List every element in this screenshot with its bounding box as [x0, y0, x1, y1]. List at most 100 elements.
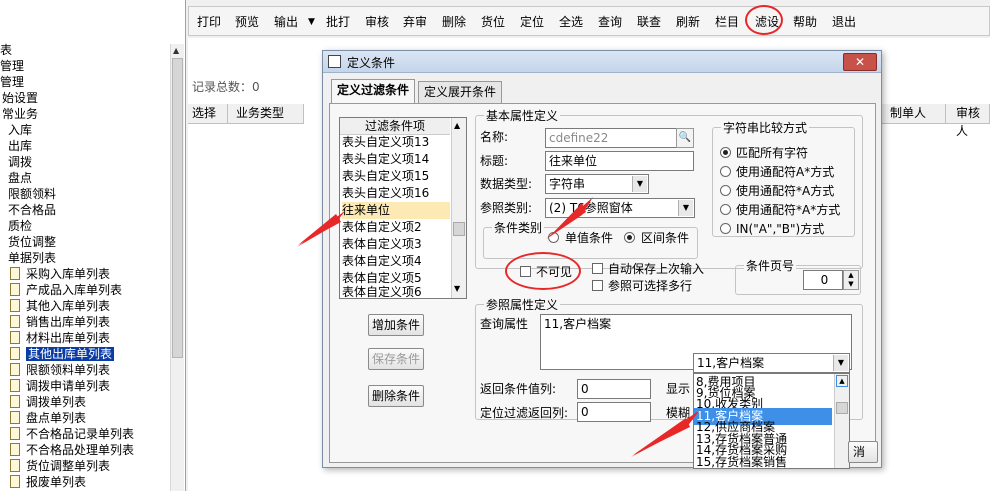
- ref-type-options-list[interactable]: 8,费用项目 9,货位档案 10,收发类别 11,客户档案 12,供应商档案 1…: [693, 373, 850, 469]
- query-button[interactable]: 查询: [598, 14, 622, 30]
- tab-expand-conditions[interactable]: 定义展开条件: [418, 81, 503, 103]
- tree-item[interactable]: 销售出库单列表: [10, 314, 110, 330]
- tree-item[interactable]: 货位调整单列表: [10, 458, 110, 474]
- data-type-select[interactable]: 字符串 ▼: [545, 174, 649, 194]
- tree-item[interactable]: 表: [0, 42, 12, 58]
- tree-item-selected[interactable]: 其他出库单列表: [10, 346, 115, 362]
- filter-items-list[interactable]: 过滤条件项 表头自定义项13 表头自定义项14 表头自定义项15 表头自定义项1…: [339, 117, 467, 299]
- help-button[interactable]: 帮助: [793, 14, 817, 30]
- tree-item[interactable]: 不合格品处理单列表: [10, 442, 134, 458]
- scroll-thumb[interactable]: [453, 222, 465, 236]
- scroll-thumb[interactable]: [836, 402, 848, 414]
- tree-item[interactable]: 调拨申请单列表: [10, 378, 110, 394]
- add-condition-button[interactable]: 增加条件: [368, 314, 424, 336]
- return-column-field[interactable]: 0: [577, 379, 651, 399]
- tree-item[interactable]: 管理: [0, 74, 24, 90]
- compare-option-radio[interactable]: [720, 147, 731, 158]
- tree-item[interactable]: 调拨: [8, 154, 32, 170]
- scroll-down-arrow-icon[interactable]: ▼: [454, 284, 460, 293]
- scroll-thumb[interactable]: [172, 58, 183, 358]
- multiselect-checkbox[interactable]: [592, 280, 603, 291]
- tree-item[interactable]: 产成品入库单列表: [10, 282, 122, 298]
- columns-button[interactable]: 栏目: [715, 14, 739, 30]
- range-radio[interactable]: [624, 232, 635, 243]
- tree-item[interactable]: 质检: [8, 218, 32, 234]
- column-header-select[interactable]: 选择: [188, 104, 228, 124]
- column-header-reviewer[interactable]: 审核人: [946, 104, 990, 138]
- column-header-creator[interactable]: 制单人: [880, 104, 946, 124]
- query-property-select[interactable]: 11,客户档案 ▼: [693, 353, 850, 373]
- location-button[interactable]: 货位: [481, 14, 505, 30]
- title-field[interactable]: 往来单位: [545, 151, 694, 171]
- page-number-field[interactable]: 0: [803, 270, 843, 290]
- list-item[interactable]: 表体自定义项2: [342, 219, 422, 236]
- compare-option-radio[interactable]: [720, 204, 731, 215]
- locate-button[interactable]: 定位: [520, 14, 544, 30]
- linked-query-button[interactable]: 联查: [637, 14, 661, 30]
- tree-item[interactable]: 其他入库单列表: [10, 298, 110, 314]
- approve-button[interactable]: 审核: [365, 14, 389, 30]
- tree-item[interactable]: 货位调整: [8, 234, 56, 250]
- tree-item[interactable]: 常业务: [2, 106, 38, 122]
- scroll-up-arrow-icon[interactable]: ▲: [836, 375, 848, 387]
- tree-item[interactable]: 盘点: [8, 170, 32, 186]
- list-item[interactable]: 表体自定义项3: [342, 236, 422, 253]
- compare-option-radio[interactable]: [720, 223, 731, 234]
- chevron-down-icon[interactable]: ▼: [632, 176, 647, 192]
- select-all-button[interactable]: 全选: [559, 14, 583, 30]
- tree-item[interactable]: 始设置: [2, 90, 38, 106]
- list-item[interactable]: 表头自定义项15: [342, 168, 429, 185]
- tree-item[interactable]: 入库: [8, 122, 32, 138]
- list-item-selected[interactable]: 往来单位: [342, 202, 450, 219]
- export-button[interactable]: 输出: [274, 14, 298, 30]
- page-number-stepper[interactable]: ▲ ▼: [843, 270, 859, 290]
- refresh-button[interactable]: 刷新: [676, 14, 700, 30]
- tree-item[interactable]: 限额领料: [8, 186, 56, 202]
- delete-button[interactable]: 删除: [442, 14, 466, 30]
- tree-item[interactable]: 出库: [8, 138, 32, 154]
- name-field[interactable]: cdefine22: [545, 128, 677, 148]
- list-item[interactable]: 表头自定义项13: [342, 134, 429, 151]
- unapprove-button[interactable]: 弃审: [403, 14, 427, 30]
- list-item[interactable]: 表体自定义项4: [342, 253, 422, 270]
- tree-item[interactable]: 不合格品: [8, 202, 56, 218]
- tree-item[interactable]: 材料出库单列表: [10, 330, 110, 346]
- compare-option-radio[interactable]: [720, 166, 731, 177]
- tree-item[interactable]: 调拨单列表: [10, 394, 86, 410]
- tree-item[interactable]: 不合格品记录单列表: [10, 426, 134, 442]
- tree-item[interactable]: 管理: [0, 58, 24, 74]
- tree-item[interactable]: 报废单列表: [10, 474, 86, 490]
- tree-item[interactable]: 采购入库单列表: [10, 266, 110, 282]
- column-header-business-type[interactable]: 业务类型: [228, 104, 304, 124]
- preview-button[interactable]: 预览: [235, 14, 259, 30]
- list-item[interactable]: 表头自定义项14: [342, 151, 429, 168]
- ref-type-select[interactable]: (2) T6参照窗体 ▼: [545, 198, 695, 218]
- single-value-radio[interactable]: [548, 232, 559, 243]
- dropdown-option[interactable]: 15,存货档案销售: [696, 454, 787, 468]
- chevron-down-icon[interactable]: ▼: [833, 355, 848, 371]
- compare-option-radio[interactable]: [720, 185, 731, 196]
- search-icon[interactable]: 🔍: [676, 128, 694, 148]
- cancel-button[interactable]: 消: [848, 441, 878, 463]
- list-item[interactable]: 表头自定义项16: [342, 185, 429, 202]
- tree-scrollbar[interactable]: ▲: [170, 44, 184, 491]
- tree-item[interactable]: 盘点单列表: [10, 410, 86, 426]
- delete-condition-button[interactable]: 删除条件: [368, 385, 424, 407]
- dropdown-scrollbar[interactable]: ▲: [834, 374, 849, 468]
- locate-column-field[interactable]: 0: [577, 402, 651, 422]
- chevron-down-icon[interactable]: ▼: [678, 200, 693, 216]
- print-button[interactable]: 打印: [197, 14, 221, 30]
- tree-item[interactable]: 单据列表: [8, 250, 56, 266]
- tab-filter-conditions[interactable]: 定义过滤条件: [331, 79, 416, 104]
- list-scrollbar[interactable]: ▲ ▼: [451, 118, 466, 298]
- scroll-up-arrow-icon[interactable]: ▲: [454, 121, 460, 130]
- tree-item[interactable]: 限额领料单列表: [10, 362, 110, 378]
- scroll-up-arrow-icon[interactable]: ▲: [173, 46, 179, 55]
- autosave-checkbox[interactable]: [592, 263, 603, 274]
- list-item[interactable]: 表体自定义项6: [342, 284, 422, 301]
- exit-button[interactable]: 退出: [832, 14, 856, 30]
- save-condition-button[interactable]: 保存条件: [368, 348, 424, 370]
- batch-print-button[interactable]: 批打: [326, 14, 350, 30]
- export-dropdown-icon[interactable]: ▼: [308, 14, 315, 30]
- close-icon[interactable]: ✕: [843, 53, 877, 71]
